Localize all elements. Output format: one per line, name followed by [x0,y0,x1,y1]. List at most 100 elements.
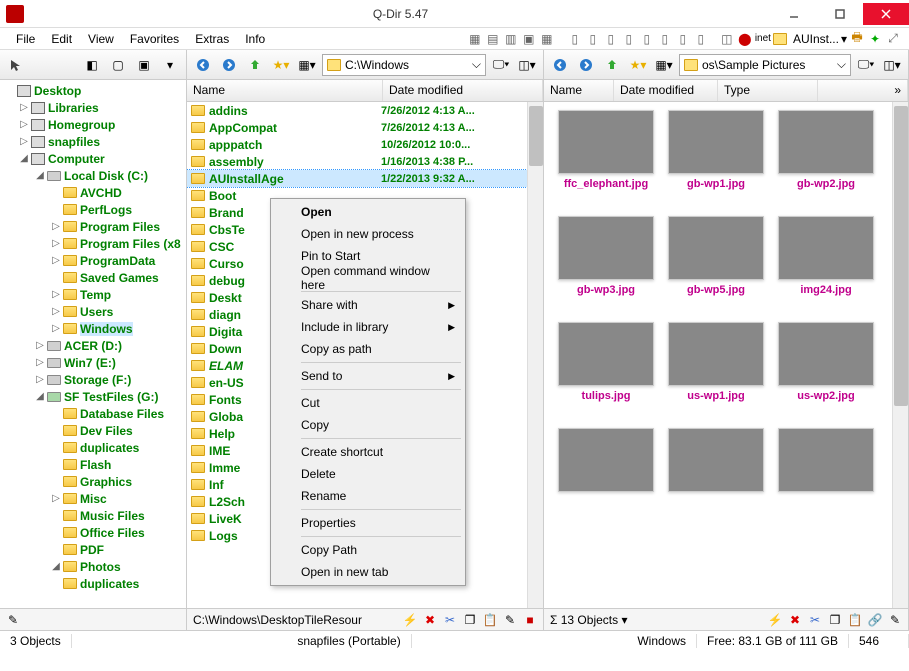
view-icon[interactable]: ▦▾ [296,54,318,76]
copy-icon[interactable]: ❐ [828,613,842,627]
back-icon[interactable] [549,54,571,76]
ctx-send-to[interactable]: Send to▶ [273,365,463,387]
tree-toggle-icon[interactable]: ◫ [719,31,735,47]
tree-item[interactable]: Saved Games [0,269,186,286]
tree-item[interactable]: ▷Libraries [0,99,186,116]
expand-icon[interactable]: ▷ [18,119,30,130]
tree-item[interactable]: duplicates [0,575,186,592]
next-icon[interactable]: ▢ [107,54,129,76]
col-name[interactable]: Name [187,80,383,101]
refresh-icon[interactable]: ▣ [133,54,155,76]
star-icon[interactable]: ✦ [867,31,883,47]
ctx-cut[interactable]: Cut [273,392,463,414]
paste-icon[interactable]: 📋 [848,613,862,627]
tree-item[interactable]: ▷Storage (F:) [0,371,186,388]
address-bar[interactable]: os\Sample Pictures⌵ [679,54,851,76]
expand-icon[interactable]: ▷ [50,238,62,249]
col-type[interactable]: Type [718,80,818,101]
menu-file[interactable]: File [8,30,43,48]
tree-item[interactable]: AVCHD [0,184,186,201]
tree-item[interactable]: PDF [0,541,186,558]
ctx-include-library[interactable]: Include in library▶ [273,316,463,338]
thumbnail[interactable]: gb-wp2.jpg [778,110,874,190]
expand-icon[interactable]: ▷ [50,289,62,300]
ctx-open-new-tab[interactable]: Open in new tab [273,561,463,583]
expand-icon[interactable]: ▷ [50,255,62,266]
tree-item[interactable]: ▷ACER (D:) [0,337,186,354]
tree-item[interactable]: ◢Computer [0,150,186,167]
comment-icon[interactable]: ✎ [6,613,20,627]
cut-icon[interactable]: ✂ [808,613,822,627]
folder-tree[interactable]: Desktop▷Libraries▷Homegroup▷snapfiles◢Co… [0,80,186,608]
menu-edit[interactable]: Edit [43,30,80,48]
layout-icon[interactable]: ▯ [675,31,691,47]
tree-item[interactable]: ◢SF TestFiles (G:) [0,388,186,405]
expand-icon[interactable]: ◢ [34,391,46,402]
layout-icon[interactable]: ▯ [657,31,673,47]
expand-icon[interactable]: ▷ [34,357,46,368]
tree-item[interactable]: Dev Files [0,422,186,439]
layout-icon[interactable]: ▯ [585,31,601,47]
ctx-properties[interactable]: Properties [273,512,463,534]
expand-icon[interactable]: ◢ [34,170,46,181]
thumbnail[interactable]: gb-wp5.jpg [668,216,764,296]
ctx-copy-path[interactable]: Copy Path [273,539,463,561]
layout-icon[interactable]: ▯ [567,31,583,47]
thumbnail[interactable]: us-wp2.jpg [778,322,874,402]
ctx-share-with[interactable]: Share with▶ [273,294,463,316]
more-columns[interactable]: » [818,80,908,101]
menu-extras[interactable]: Extras [187,30,237,48]
tree-item[interactable]: ▷snapfiles [0,133,186,150]
ctx-open-process[interactable]: Open in new process [273,223,463,245]
col-date[interactable]: Date modified [614,80,718,101]
tree-item[interactable]: ▷Program Files [0,218,186,235]
tree-item[interactable]: duplicates [0,439,186,456]
favorite-name[interactable]: AUInst... [793,32,839,46]
expand-icon[interactable]: ▷ [50,306,62,317]
network-icon[interactable]: ⬤ [737,31,753,47]
tree-item[interactable]: ◢Local Disk (C:) [0,167,186,184]
menu-info[interactable]: Info [237,30,273,48]
tree-item[interactable]: ▷Program Files (x8 [0,235,186,252]
chevron-down-icon[interactable]: ⌵ [837,57,846,72]
tree-item[interactable]: ▷Windows [0,320,186,337]
layout-icon[interactable]: ▦ [467,31,483,47]
up-icon[interactable] [601,54,623,76]
tree-item[interactable]: ◢Photos [0,558,186,575]
layout-icon[interactable]: ▤ [485,31,501,47]
expand-icon[interactable]: ▷ [18,136,30,147]
thumbnail[interactable] [668,428,764,496]
flash-icon[interactable]: ⚡ [403,613,417,627]
expand-icon[interactable]: ◢ [18,153,30,164]
list-row[interactable]: assembly1/16/2013 4:38 P... [187,153,543,170]
tree-item[interactable]: Graphics [0,473,186,490]
tree-item[interactable]: ▷Win7 (E:) [0,354,186,371]
tree-item[interactable]: Desktop [0,82,186,99]
favorites-icon[interactable]: ★▾ [270,54,292,76]
ctx-open[interactable]: Open [273,201,463,223]
tree-item[interactable]: PerfLogs [0,201,186,218]
chevron-down-icon[interactable]: ⌵ [472,57,481,72]
thumbnail[interactable] [558,428,654,496]
tree-item[interactable]: Flash [0,456,186,473]
list-row[interactable]: addins7/26/2012 4:13 A... [187,102,543,119]
favorites-icon[interactable]: ★▾ [627,54,649,76]
clone-icon[interactable]: ◫▾ [516,54,538,76]
link-icon[interactable]: 🔗 [868,613,882,627]
print-icon[interactable]: 🖶 [849,31,865,47]
minimize-button[interactable] [771,3,817,25]
forward-icon[interactable] [575,54,597,76]
thumbnail-area[interactable]: ffc_elephant.jpggb-wp1.jpggb-wp2.jpggb-w… [544,102,908,608]
ctx-copy[interactable]: Copy [273,414,463,436]
thumbnail[interactable]: tulips.jpg [558,322,654,402]
list-row[interactable]: AppCompat7/26/2012 4:13 A... [187,119,543,136]
view-icon[interactable]: ▦▾ [653,54,675,76]
layout-icon[interactable]: ▯ [693,31,709,47]
ctx-rename[interactable]: Rename [273,485,463,507]
tree-item[interactable]: ▷Users [0,303,186,320]
expand-icon[interactable]: ◢ [50,561,62,572]
monitor-icon[interactable]: 🖵▾ [490,54,512,76]
thumbnail[interactable]: ffc_elephant.jpg [558,110,654,190]
layout-icon[interactable]: ▯ [603,31,619,47]
copy-icon[interactable]: ❐ [463,613,477,627]
